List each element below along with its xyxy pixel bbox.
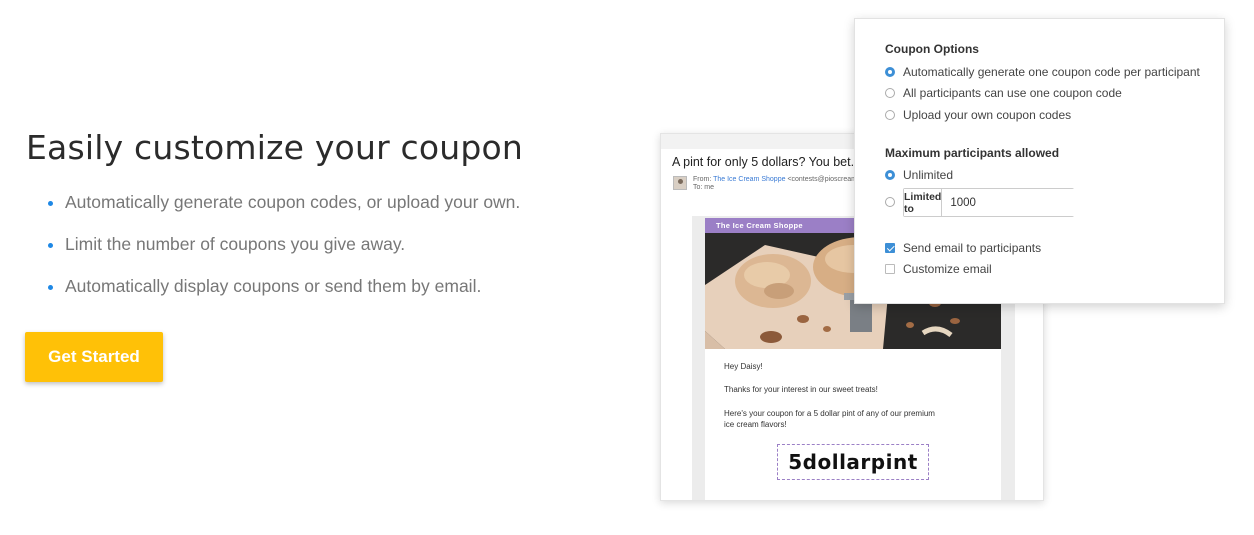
checkbox-icon[interactable]: [885, 264, 895, 274]
checkbox-send-email[interactable]: Send email to participants: [885, 241, 1041, 255]
from-label: From:: [693, 176, 712, 183]
feature-item: Automatically generate coupon codes, or …: [48, 192, 520, 213]
feature-item: Automatically display coupons or send th…: [48, 276, 520, 297]
bullet-dot: [48, 243, 53, 248]
coupon-options-title: Coupon Options: [885, 42, 979, 56]
radio-icon[interactable]: [885, 110, 895, 120]
feature-list: Automatically generate coupon codes, or …: [48, 192, 520, 318]
email-subject: A pint for only 5 dollars? You bet.: [672, 155, 855, 169]
sender-avatar: [673, 176, 687, 190]
email-line-flavors: ice cream flavors!: [724, 420, 787, 429]
sender-name-link[interactable]: The Ice Cream Shoppe: [713, 176, 785, 183]
checkbox-label: Send email to participants: [903, 241, 1042, 255]
checkbox-label: Customize email: [903, 262, 992, 276]
radio-icon[interactable]: [885, 197, 895, 207]
radio-label: Automatically generate one coupon code p…: [903, 65, 1200, 79]
feature-item: Limit the number of coupons you give awa…: [48, 234, 520, 255]
email-from-line: From: The Ice Cream Shoppe <contests@pio…: [693, 176, 857, 183]
radio-label: Upload your own coupon codes: [903, 108, 1072, 122]
radio-unlimited[interactable]: Unlimited: [885, 168, 953, 182]
get-started-button[interactable]: Get Started: [25, 332, 163, 382]
limit-input-group: Limited to: [903, 188, 1105, 217]
checkbox-customize-email[interactable]: Customize email: [885, 262, 992, 276]
radio-limited[interactable]: [885, 197, 903, 207]
shop-name: The Ice Cream Shoppe: [716, 221, 803, 230]
radio-selected-icon[interactable]: [885, 170, 895, 180]
coupon-code-box: 5dollarpint: [777, 444, 929, 480]
sender-email: <contests@pioscream: [787, 176, 857, 183]
feature-text: Automatically display coupons or send th…: [65, 276, 482, 296]
radio-auto-generate[interactable]: Automatically generate one coupon code p…: [885, 65, 1200, 79]
feature-text: Automatically generate coupon codes, or …: [65, 192, 521, 212]
email-greeting: Hey Daisy!: [724, 362, 763, 371]
radio-label: Unlimited: [903, 168, 954, 182]
bullet-dot: [48, 201, 53, 206]
checkbox-checked-icon[interactable]: [885, 243, 895, 253]
limited-to-label: Limited to: [904, 189, 943, 216]
max-participants-title: Maximum participants allowed: [885, 146, 1060, 160]
email-to-line: To: me: [693, 184, 715, 191]
limit-value-input[interactable]: [942, 189, 1105, 216]
page-title: Easily customize your coupon: [26, 128, 524, 167]
feature-text: Limit the number of coupons you give awa…: [65, 234, 406, 254]
bullet-dot: [48, 285, 53, 290]
coupon-options-panel: Coupon Options Automatically generate on…: [854, 18, 1225, 304]
radio-selected-icon[interactable]: [885, 67, 895, 77]
radio-shared-code[interactable]: All participants can use one coupon code: [885, 86, 1122, 100]
email-line-thanks: Thanks for your interest in our sweet tr…: [724, 385, 878, 394]
radio-icon[interactable]: [885, 88, 895, 98]
email-line-coupon: Here's your coupon for a 5 dollar pint o…: [724, 409, 935, 418]
radio-label: All participants can use one coupon code: [903, 86, 1122, 100]
radio-upload-codes[interactable]: Upload your own coupon codes: [885, 108, 1071, 122]
